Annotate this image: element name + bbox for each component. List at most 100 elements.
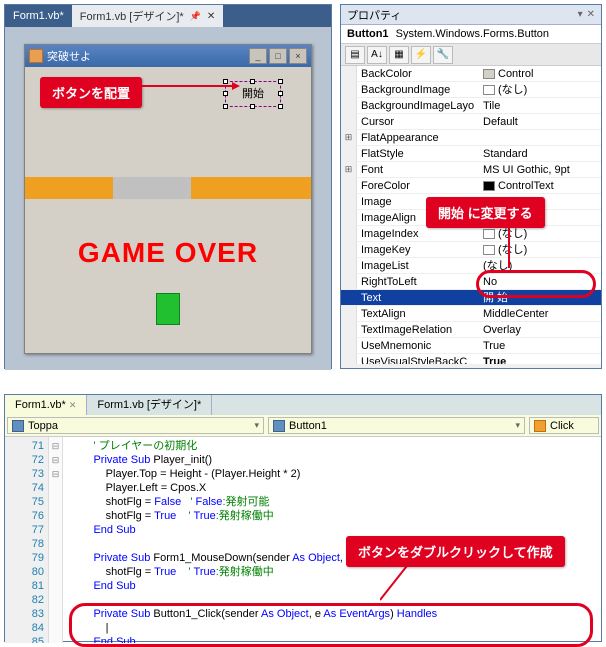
property-row[interactable]: Text開 始	[341, 290, 601, 306]
pin-icon[interactable]: 📌	[190, 11, 201, 22]
expand-icon[interactable]: ⊞	[341, 130, 357, 145]
button1-control[interactable]: 開始	[225, 81, 281, 107]
resize-handle[interactable]	[250, 104, 255, 109]
expand-icon[interactable]	[341, 98, 357, 113]
expand-icon[interactable]	[341, 114, 357, 129]
callout-place-button: ボタンを配置	[40, 77, 142, 108]
line-number: 75	[5, 495, 44, 509]
code-line[interactable]: ' プレイヤーの初期化	[69, 439, 601, 453]
property-row[interactable]: ⊞FontMS UI Gothic, 9pt	[341, 162, 601, 178]
resize-handle[interactable]	[223, 79, 228, 84]
property-row[interactable]: UseVisualStyleBackCTrue	[341, 354, 601, 364]
property-value[interactable]: Default	[479, 114, 601, 129]
events-icon[interactable]: ⚡	[411, 46, 431, 64]
resize-handle[interactable]	[278, 104, 283, 109]
close-icon[interactable]: ✕	[69, 400, 77, 410]
code-line[interactable]	[69, 593, 601, 607]
fold-toggle[interactable]: ⊟	[49, 439, 62, 453]
code-line[interactable]: shotFlg = False ' False:発射可能	[69, 495, 601, 509]
property-row[interactable]: ⊞FlatAppearance	[341, 130, 601, 146]
fold-toggle[interactable]: ⊟	[49, 467, 62, 481]
property-value[interactable]: MS UI Gothic, 9pt	[479, 162, 601, 177]
expand-icon[interactable]	[341, 322, 357, 337]
property-value[interactable]: No	[479, 274, 601, 289]
resize-handle[interactable]	[278, 79, 283, 84]
code-line[interactable]: Private Sub Button1_Click(sender As Obje…	[69, 607, 601, 621]
expand-icon[interactable]	[341, 66, 357, 81]
code-line[interactable]: Private Sub Player_init()	[69, 453, 601, 467]
close-icon[interactable]: ✕	[587, 9, 595, 20]
property-value[interactable]: Control	[479, 66, 601, 81]
object-combo[interactable]: Button1▾	[268, 417, 525, 434]
categorized-icon[interactable]: ▤	[345, 46, 365, 64]
property-name: Font	[357, 162, 479, 177]
resize-handle[interactable]	[278, 91, 283, 96]
dropdown-icon[interactable]: ▾	[578, 9, 583, 20]
expand-icon[interactable]	[341, 146, 357, 161]
property-row[interactable]: TextAlignMiddleCenter	[341, 306, 601, 322]
property-row[interactable]: TextImageRelationOverlay	[341, 322, 601, 338]
resize-handle[interactable]	[223, 104, 228, 109]
code-line[interactable]: |	[69, 621, 601, 635]
designer-tab-design[interactable]: Form1.vb [デザイン]* 📌 ✕	[72, 5, 224, 27]
resize-handle[interactable]	[223, 91, 228, 96]
fold-gutter[interactable]: ⊟⊟⊟	[49, 437, 63, 643]
property-row[interactable]: BackgroundImage(なし)	[341, 82, 601, 98]
resize-handle[interactable]	[250, 79, 255, 84]
code-line[interactable]: Player.Top = Height - (Player.Height * 2…	[69, 467, 601, 481]
object-selector[interactable]: Button1 System.Windows.Forms.Button	[341, 25, 601, 44]
property-row[interactable]: RightToLeftNo	[341, 274, 601, 290]
expand-icon[interactable]	[341, 226, 357, 241]
expand-icon[interactable]	[341, 290, 357, 305]
code-line[interactable]: shotFlg = True ' True:発射稼働中	[69, 565, 601, 579]
property-row[interactable]: ImageIndex(なし)	[341, 226, 601, 242]
property-value[interactable]: Standard	[479, 146, 601, 161]
alphabetical-icon[interactable]: A↓	[367, 46, 387, 64]
property-value[interactable]: 開 始	[479, 290, 601, 305]
expand-icon[interactable]	[341, 258, 357, 273]
property-value[interactable]: ControlText	[479, 178, 601, 193]
code-line[interactable]: Player.Left = Cpos.X	[69, 481, 601, 495]
expand-icon[interactable]	[341, 338, 357, 353]
expand-icon[interactable]	[341, 354, 357, 364]
expand-icon[interactable]: ⊞	[341, 162, 357, 177]
property-row[interactable]: UseMnemonicTrue	[341, 338, 601, 354]
code-tab-code[interactable]: Form1.vb* ✕	[5, 395, 87, 415]
property-value[interactable]: (なし)	[479, 242, 601, 257]
designer-tab-code[interactable]: Form1.vb*	[5, 5, 72, 27]
code-line[interactable]: End Sub	[69, 523, 601, 537]
expand-icon[interactable]	[341, 178, 357, 193]
expand-icon[interactable]	[341, 242, 357, 257]
code-line[interactable]: End Sub	[69, 635, 601, 643]
property-value[interactable]: MiddleCenter	[479, 306, 601, 321]
property-row[interactable]: ForeColorControlText	[341, 178, 601, 194]
property-value[interactable]: Tile	[479, 98, 601, 113]
expand-icon[interactable]	[341, 306, 357, 321]
property-pages-icon[interactable]: 🔧	[433, 46, 453, 64]
expand-icon[interactable]	[341, 82, 357, 97]
property-value[interactable]: Overlay	[479, 322, 601, 337]
event-combo[interactable]: Click	[529, 417, 599, 434]
props-page-icon[interactable]: ▦	[389, 46, 409, 64]
property-value[interactable]: (なし)	[479, 258, 601, 273]
expand-icon[interactable]	[341, 194, 357, 209]
code-tab-design[interactable]: Form1.vb [デザイン]*	[87, 395, 212, 415]
fold-toggle[interactable]: ⊟	[49, 453, 62, 467]
expand-icon[interactable]	[341, 274, 357, 289]
property-value[interactable]: True	[479, 354, 601, 364]
property-row[interactable]: ImageKey(なし)	[341, 242, 601, 258]
property-value[interactable]: True	[479, 338, 601, 353]
property-value[interactable]	[479, 130, 601, 145]
expand-icon[interactable]	[341, 210, 357, 225]
property-row[interactable]: FlatStyleStandard	[341, 146, 601, 162]
property-row[interactable]: CursorDefault	[341, 114, 601, 130]
property-value[interactable]: (なし)	[479, 82, 601, 97]
code-line[interactable]: End Sub	[69, 579, 601, 593]
class-combo[interactable]: Toppa▾	[7, 417, 264, 434]
property-row[interactable]: BackgroundImageLayoTile	[341, 98, 601, 114]
close-icon[interactable]: ✕	[207, 11, 215, 22]
code-line[interactable]: shotFlg = True ' True:発射稼働中	[69, 509, 601, 523]
property-row[interactable]: BackColorControl	[341, 66, 601, 82]
property-value[interactable]: (なし)	[479, 226, 601, 241]
property-row[interactable]: ImageList(なし)	[341, 258, 601, 274]
